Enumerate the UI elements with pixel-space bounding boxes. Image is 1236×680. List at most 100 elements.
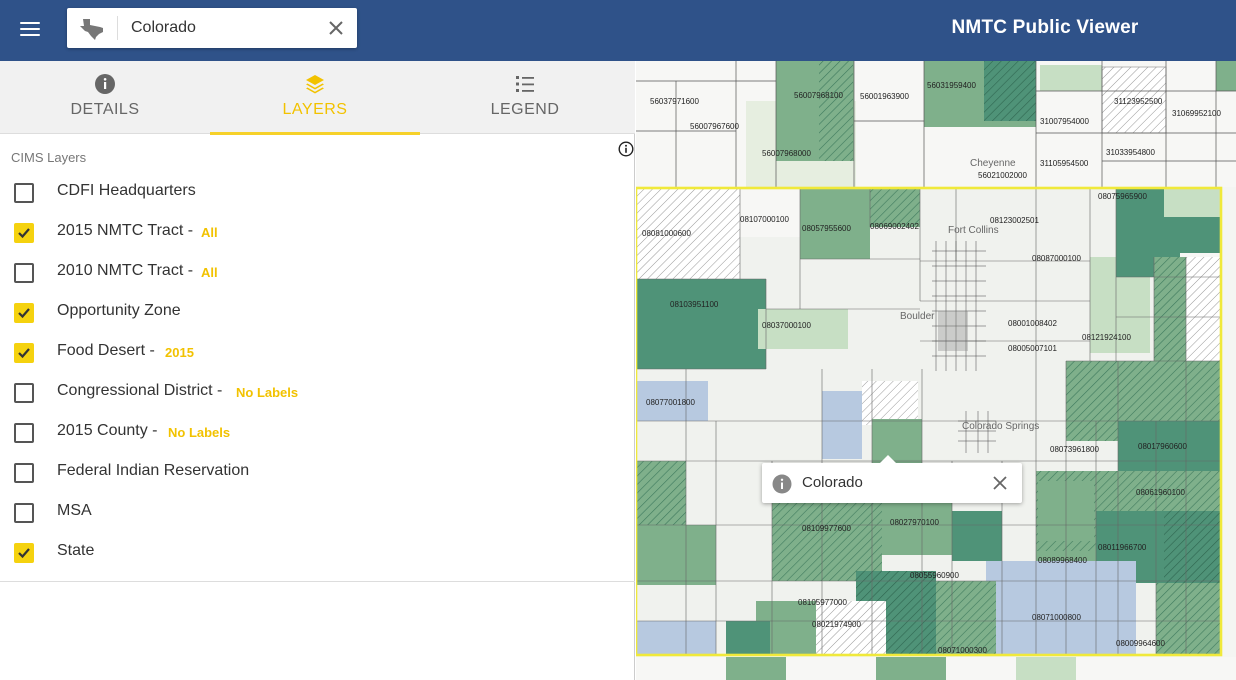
layer-option-link[interactable]: All xyxy=(201,225,218,240)
layer-checkbox[interactable] xyxy=(14,463,34,483)
layer-checkbox[interactable] xyxy=(14,423,34,443)
checkmark-icon xyxy=(18,228,30,239)
checkmark-icon xyxy=(18,548,30,559)
layer-label: 2015 County - xyxy=(57,422,158,439)
tract-polygon[interactable] xyxy=(636,621,716,655)
tract-label: 08071000300 xyxy=(938,646,987,655)
layers-info-icon[interactable] xyxy=(618,141,634,157)
close-icon[interactable] xyxy=(991,474,1009,492)
tract-polygon[interactable] xyxy=(936,581,996,655)
layer-checkbox[interactable] xyxy=(14,263,34,283)
layer-option-link[interactable]: No Labels xyxy=(236,385,298,400)
tract-label: 08027970100 xyxy=(890,518,939,527)
layer-checkbox[interactable] xyxy=(14,303,34,323)
map-canvas[interactable]: 56037971600 56007968100 56001963900 5603… xyxy=(636,61,1236,680)
tract-polygon[interactable] xyxy=(870,187,920,227)
tract-polygon[interactable] xyxy=(1216,61,1236,91)
tab-details[interactable]: DETAILS xyxy=(0,61,210,134)
tract-polygon[interactable] xyxy=(800,187,870,259)
place-label: Boulder xyxy=(900,311,935,322)
layer-item-2010-nmtc-tract: 2010 NMTC Tract - All xyxy=(14,261,614,285)
tract-polygon[interactable] xyxy=(726,621,770,655)
tract-polygon[interactable] xyxy=(1186,257,1222,361)
hamburger-icon xyxy=(20,22,40,24)
map-view[interactable]: 56037971600 56007968100 56001963900 5603… xyxy=(636,61,1236,680)
tract-polygon[interactable] xyxy=(1164,511,1222,583)
place-label: Cheyenne xyxy=(970,158,1016,169)
tract-label: 56007968100 xyxy=(794,91,843,100)
layer-checkbox[interactable] xyxy=(14,543,34,563)
tract-polygon[interactable] xyxy=(636,461,686,525)
layer-checkbox[interactable] xyxy=(14,503,34,523)
tract-label: 08073961800 xyxy=(1050,445,1099,454)
popup-title: Colorado xyxy=(802,474,863,491)
tract-polygon[interactable] xyxy=(862,381,918,425)
layer-checkbox[interactable] xyxy=(14,343,34,363)
tract-label: 08057955600 xyxy=(802,224,851,233)
tract-polygon[interactable] xyxy=(1016,657,1076,680)
tract-label: 08061960100 xyxy=(1136,488,1185,497)
location-search-box xyxy=(67,8,357,48)
layer-item-cdfi-headquarters: CDFI Headquarters xyxy=(14,181,614,205)
tract-polygon[interactable] xyxy=(1040,65,1102,91)
tract-label: 08021974900 xyxy=(812,620,861,629)
tract-label: 08121924100 xyxy=(1082,333,1131,342)
tract-label: 08077001800 xyxy=(646,398,695,407)
tract-polygon[interactable] xyxy=(952,511,1002,561)
layer-label: Food Desert - xyxy=(57,342,155,359)
layer-item-2015-nmtc-tract: 2015 NMTC Tract - All xyxy=(14,221,614,245)
layer-item-state: State xyxy=(14,541,614,565)
tract-polygon[interactable] xyxy=(772,491,882,581)
panel-tabs: DETAILS LAYERS LEGEND xyxy=(0,61,635,135)
tract-polygon[interactable] xyxy=(1154,257,1186,361)
tract-polygon[interactable] xyxy=(822,391,862,459)
close-icon[interactable] xyxy=(325,17,347,39)
search-input[interactable] xyxy=(125,14,315,42)
layer-item-msa: MSA xyxy=(14,501,614,525)
tract-label: 31105954500 xyxy=(1040,159,1089,168)
tract-polygon[interactable] xyxy=(636,279,766,369)
layer-label: Opportunity Zone xyxy=(57,302,181,319)
tab-legend[interactable]: LEGEND xyxy=(420,61,630,134)
tab-legend-label: LEGEND xyxy=(490,101,560,118)
place-label: Fort Collins xyxy=(948,225,999,236)
tract-polygon[interactable] xyxy=(876,657,946,680)
layer-option-link[interactable]: All xyxy=(201,265,218,280)
hamburger-menu-button[interactable] xyxy=(14,18,48,42)
layer-checkbox[interactable] xyxy=(14,383,34,403)
tract-label: 08081000600 xyxy=(642,229,691,238)
tract-polygon[interactable] xyxy=(636,525,716,585)
tract-label: 56001963900 xyxy=(860,92,909,101)
tract-label: 08109977600 xyxy=(802,524,851,533)
tract-label: 08123002501 xyxy=(990,216,1039,225)
tract-label: 08011966700 xyxy=(1098,543,1147,552)
tab-layers-label: LAYERS xyxy=(282,101,348,118)
layer-label: 2010 NMTC Tract - xyxy=(57,262,194,279)
layer-checkbox[interactable] xyxy=(14,183,34,203)
layer-checkbox[interactable] xyxy=(14,223,34,243)
tract-label: 08017960600 xyxy=(1138,442,1187,451)
tab-layers[interactable]: LAYERS xyxy=(210,61,420,135)
layer-option-link[interactable]: 2015 xyxy=(165,345,194,360)
layer-item-food-desert: Food Desert - 2015 xyxy=(14,341,614,365)
tract-label: 56021002000 xyxy=(978,171,1027,180)
tract-label: 56007968000 xyxy=(762,149,811,158)
tract-label: 31123952500 xyxy=(1114,97,1163,106)
tab-details-label: DETAILS xyxy=(70,101,140,118)
tract-label: 08087000100 xyxy=(1032,254,1081,263)
checkmark-icon xyxy=(18,348,30,359)
tract-polygon[interactable] xyxy=(986,561,1136,655)
layer-item-congressional-district: Congressional District - No Labels xyxy=(14,381,614,405)
tract-polygon[interactable] xyxy=(984,61,1036,121)
tract-polygon[interactable] xyxy=(819,61,853,161)
layers-heading: CIMS Layers xyxy=(11,150,87,165)
map-popup: Colorado xyxy=(762,455,1022,503)
tract-polygon[interactable] xyxy=(1156,583,1222,655)
tract-polygon[interactable] xyxy=(1164,187,1222,217)
tract-polygon[interactable] xyxy=(740,187,800,237)
tract-polygon[interactable] xyxy=(726,657,786,680)
layer-item-2015-county: 2015 County - No Labels xyxy=(14,421,614,445)
tract-label: 08075965900 xyxy=(1098,192,1147,201)
tract-label: 08105977000 xyxy=(798,598,847,607)
layer-option-link[interactable]: No Labels xyxy=(168,425,230,440)
